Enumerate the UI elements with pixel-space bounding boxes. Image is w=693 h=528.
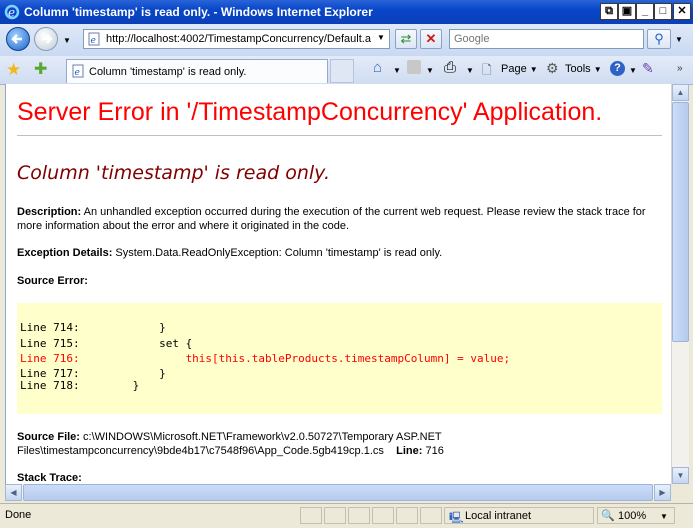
tab-bar: ★ ✚ e Column 'timestamp' is read only. ⌂… bbox=[0, 56, 693, 85]
zoom-dropdown-icon: ▼ bbox=[660, 512, 668, 521]
research-icon[interactable]: ✎ bbox=[642, 60, 654, 77]
stop-button[interactable]: ✕ bbox=[420, 29, 442, 49]
tab-label: Column 'timestamp' is read only. bbox=[89, 66, 247, 78]
code-line: Line 714: } bbox=[20, 321, 166, 334]
line-label: Line: bbox=[396, 445, 423, 457]
forward-button[interactable] bbox=[34, 27, 58, 51]
page-icon-button[interactable]: 🗋 bbox=[482, 61, 492, 82]
address-bar[interactable]: e http://localhost:4002/TimestampConcurr… bbox=[83, 29, 390, 49]
feeds-dropdown[interactable]: ▼ bbox=[426, 66, 434, 75]
tab-page-icon: e bbox=[72, 64, 84, 78]
search-options-dropdown[interactable]: ▼ bbox=[675, 35, 683, 44]
description-label: Description: bbox=[17, 206, 82, 218]
tools-gear-icon[interactable]: ⚙ bbox=[546, 60, 559, 77]
minimize-button[interactable]: _ bbox=[636, 3, 654, 20]
home-dropdown[interactable]: ▼ bbox=[393, 66, 401, 75]
print-icon[interactable]: ⎙ bbox=[444, 59, 456, 76]
scroll-left-button[interactable]: ◀ bbox=[5, 484, 22, 501]
page-content: Server Error in '/TimestampConcurrency' … bbox=[5, 84, 672, 484]
vertical-scroll-thumb[interactable] bbox=[672, 102, 689, 342]
error-title: Column 'timestamp' is read only. bbox=[17, 162, 330, 184]
description-paragraph: Description: An unhandled exception occu… bbox=[17, 205, 657, 233]
scroll-down-button[interactable]: ▼ bbox=[672, 467, 689, 484]
help-dropdown[interactable]: ▼ bbox=[629, 66, 637, 75]
source-error-label: Source Error: bbox=[17, 274, 88, 288]
status-segment bbox=[372, 507, 394, 524]
feeds-icon[interactable] bbox=[407, 60, 421, 74]
back-arrow-icon bbox=[11, 34, 22, 44]
search-box[interactable] bbox=[449, 29, 644, 49]
stack-trace-label-text: Stack Trace: bbox=[17, 472, 82, 484]
help-icon[interactable]: ? bbox=[610, 61, 625, 76]
toolbar-overflow-chevron[interactable]: » bbox=[677, 63, 683, 74]
close-button[interactable]: ✕ bbox=[673, 3, 691, 20]
exception-details-label: Exception Details: bbox=[17, 247, 113, 259]
status-segment bbox=[420, 507, 442, 524]
address-url: http://localhost:4002/TimestampConcurren… bbox=[106, 33, 371, 45]
forward-arrow-icon bbox=[42, 34, 53, 44]
horizontal-scrollbar[interactable]: ◀ ▶ bbox=[5, 484, 671, 501]
internet-explorer-icon: e bbox=[4, 4, 20, 20]
refresh-button[interactable]: ⇄ bbox=[395, 29, 417, 49]
restore-down-button[interactable]: ▣ bbox=[618, 3, 636, 20]
home-icon[interactable]: ⌂ bbox=[373, 59, 382, 76]
zoom-icon: 🔍 bbox=[601, 510, 615, 522]
tools-menu[interactable]: Tools ▼ bbox=[565, 63, 602, 75]
status-text: Done bbox=[5, 509, 32, 521]
scroll-up-button[interactable]: ▲ bbox=[672, 84, 689, 101]
horizontal-scroll-thumb[interactable] bbox=[23, 484, 653, 501]
page-menu[interactable]: Page ▼ bbox=[501, 63, 538, 75]
title-bar: e Column 'timestamp' is read only. - Win… bbox=[0, 0, 693, 24]
source-file-label: Source File: bbox=[17, 431, 80, 443]
active-tab[interactable]: e Column 'timestamp' is read only. bbox=[66, 59, 328, 83]
search-button[interactable]: ⚲ bbox=[647, 29, 671, 49]
vertical-scrollbar[interactable]: ▲ ▼ bbox=[671, 84, 689, 484]
heading-divider bbox=[17, 135, 662, 136]
status-segment bbox=[324, 507, 346, 524]
source-file-paragraph: Source File: c:\WINDOWS\Microsoft.NET\Fr… bbox=[17, 430, 647, 458]
svg-text:e: e bbox=[8, 6, 15, 20]
zone-label: Local intranet bbox=[465, 510, 532, 522]
svg-text:e: e bbox=[91, 36, 96, 46]
maximize-button[interactable]: □ bbox=[654, 3, 672, 20]
exception-details-text: System.Data.ReadOnlyException: Column 't… bbox=[112, 247, 443, 259]
description-text: An unhandled exception occurred during t… bbox=[17, 206, 646, 232]
source-code-box: Line 714: } Line 715: set { Line 716: th… bbox=[17, 303, 662, 414]
zoom-level: 100% bbox=[618, 510, 647, 522]
stack-trace-label: Stack Trace: bbox=[17, 471, 82, 484]
address-dropdown-button[interactable]: ▼ bbox=[370, 29, 392, 49]
print-dropdown[interactable]: ▼ bbox=[466, 66, 474, 75]
page-icon: e bbox=[88, 32, 100, 46]
scroll-right-button[interactable]: ▶ bbox=[654, 484, 671, 501]
zoom-segment[interactable]: 🔍 100% ▼ bbox=[597, 507, 675, 524]
source-file-path: c:\WINDOWS\Microsoft.NET\Framework\v2.0.… bbox=[17, 431, 442, 457]
add-to-favorites-icon[interactable]: ✚ bbox=[34, 59, 47, 79]
page-menu-label: Page bbox=[501, 63, 527, 75]
recent-pages-dropdown[interactable]: ▼ bbox=[63, 36, 71, 45]
zone-segment[interactable]: 🖳 Local intranet bbox=[444, 507, 594, 524]
server-error-heading: Server Error in '/TimestampConcurrency' … bbox=[17, 98, 603, 126]
status-segment bbox=[396, 507, 418, 524]
status-segment bbox=[348, 507, 370, 524]
favorites-star-icon[interactable]: ★ bbox=[6, 60, 21, 80]
status-segment bbox=[300, 507, 322, 524]
line-value: 716 bbox=[422, 445, 444, 457]
navigation-bar: ▼ e http://localhost:4002/TimestampConcu… bbox=[0, 24, 693, 57]
code-line-error: Line 716: this[this.tableProducts.timest… bbox=[20, 352, 511, 365]
window-title: Column 'timestamp' is read only. - Windo… bbox=[24, 5, 373, 19]
back-button[interactable] bbox=[6, 27, 30, 51]
new-tab-button[interactable] bbox=[330, 59, 354, 83]
intranet-icon: 🖳 bbox=[449, 512, 464, 524]
search-input[interactable] bbox=[454, 33, 639, 45]
source-error-label-text: Source Error: bbox=[17, 275, 88, 287]
svg-text:e: e bbox=[75, 68, 80, 78]
exception-details-paragraph: Exception Details: System.Data.ReadOnlyE… bbox=[17, 246, 657, 260]
status-bar: Done 🖳 Local intranet 🔍 100% ▼ bbox=[0, 503, 693, 527]
tools-menu-label: Tools bbox=[565, 63, 591, 75]
scrollbar-corner bbox=[671, 484, 688, 501]
code-line: Line 718: } bbox=[20, 379, 140, 392]
tray-button[interactable]: ⧉ bbox=[600, 3, 618, 20]
code-line: Line 715: set { bbox=[20, 337, 193, 350]
